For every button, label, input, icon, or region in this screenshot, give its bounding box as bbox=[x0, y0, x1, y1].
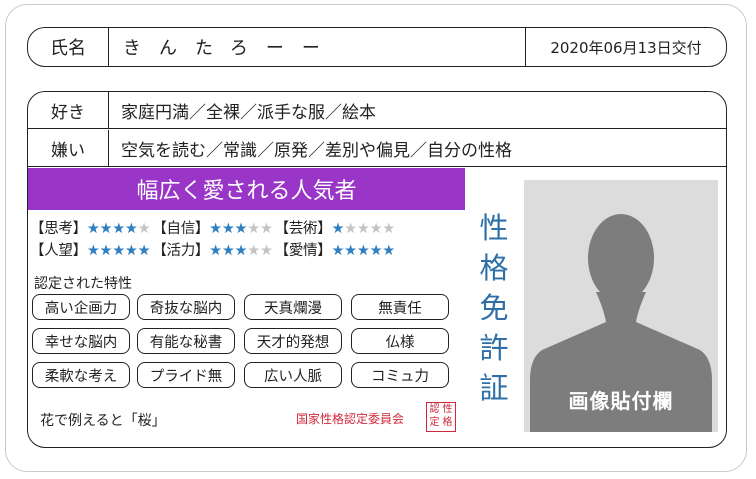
star-rating: ★★★★★ bbox=[331, 243, 395, 259]
ratings-row-1: 【思考】★★★★★ 【自信】★★★★★ 【芸術】★★★★★ bbox=[30, 217, 397, 238]
title-char: 格 bbox=[479, 251, 509, 285]
trait-badge: コミュ力 bbox=[351, 362, 449, 388]
star-filled-icon: ★ bbox=[356, 243, 370, 259]
likes-label: 好き bbox=[28, 92, 109, 128]
rating-label: 【自信】 bbox=[152, 221, 210, 237]
trait-badge: 高い企画力 bbox=[32, 294, 130, 320]
star-empty-icon: ★ bbox=[137, 221, 151, 237]
dislikes-label: 嫌い bbox=[28, 130, 109, 166]
star-empty-icon: ★ bbox=[344, 221, 357, 237]
star-empty-icon: ★ bbox=[369, 221, 383, 237]
vertical-title: 性 格 免 許 証 bbox=[474, 208, 514, 408]
dislikes-value: 空気を読む／常識／原発／差別や偏見／自分の性格 bbox=[121, 140, 512, 161]
star-filled-icon: ★ bbox=[382, 243, 395, 259]
trait-badge: プライド無 bbox=[137, 362, 235, 388]
dislikes-row: 嫌い 空気を読む／常識／原発／差別や偏見／自分の性格 bbox=[28, 130, 726, 167]
star-filled-icon: ★ bbox=[369, 243, 383, 259]
info-panel: 好き 家庭円満／全裸／派手な服／絵本 嫌い 空気を読む／常識／原発／差別や偏見／… bbox=[27, 91, 727, 448]
star-filled-icon: ★ bbox=[99, 221, 113, 237]
trait-badge: 奇抜な脳内 bbox=[137, 294, 235, 320]
photo-area: 画像貼付欄 bbox=[524, 180, 718, 432]
trait-badge: 仏様 bbox=[351, 328, 449, 354]
name-row: 氏名 きんたろーー 2020年06月13日交付 bbox=[27, 27, 727, 67]
star-filled-icon: ★ bbox=[124, 243, 138, 259]
personality-banner: 幅広く愛される人気者 bbox=[28, 168, 465, 210]
likes-row: 好き 家庭円満／全裸／派手な服／絵本 bbox=[28, 92, 726, 129]
seal-stamp: 認性定格 bbox=[426, 402, 456, 432]
trait-badge: 広い人脈 bbox=[244, 362, 342, 388]
star-rating: ★★★★★ bbox=[331, 221, 395, 237]
title-char: 証 bbox=[479, 371, 509, 405]
star-filled-icon: ★ bbox=[221, 221, 235, 237]
star-filled-icon: ★ bbox=[112, 221, 125, 237]
trait-badge: 幸せな脳内 bbox=[32, 328, 130, 354]
rating-label: 【芸術】 bbox=[274, 221, 332, 237]
star-filled-icon: ★ bbox=[234, 243, 248, 259]
name-value: きんたろーー bbox=[123, 38, 338, 59]
ratings-row-2: 【人望】★★★★★ 【活力】★★★★★ 【愛情】★★★★★ bbox=[30, 239, 397, 260]
star-filled-icon: ★ bbox=[221, 243, 235, 259]
trait-badge: 有能な秘書 bbox=[137, 328, 235, 354]
traits-title: 認定された特性 bbox=[34, 276, 132, 292]
title-char: 許 bbox=[479, 331, 509, 365]
star-rating: ★★★★★ bbox=[209, 221, 273, 237]
trait-badge: 無責任 bbox=[351, 294, 449, 320]
star-empty-icon: ★ bbox=[259, 243, 273, 259]
star-filled-icon: ★ bbox=[234, 221, 248, 237]
likes-value: 家庭円満／全裸／派手な服／絵本 bbox=[121, 102, 376, 123]
issuer-name: 国家性格認定委員会 bbox=[296, 412, 405, 426]
photo-label: 画像貼付欄 bbox=[568, 389, 674, 413]
star-filled-icon: ★ bbox=[86, 243, 100, 259]
seal-char: 格 bbox=[442, 417, 453, 428]
rating-5: 【愛情】★★★★★ bbox=[274, 243, 396, 259]
star-empty-icon: ★ bbox=[247, 243, 260, 259]
rating-label: 【活力】 bbox=[152, 243, 210, 259]
issue-date: 2020年06月13日交付 bbox=[525, 28, 726, 66]
star-empty-icon: ★ bbox=[356, 221, 370, 237]
star-filled-icon: ★ bbox=[331, 243, 345, 259]
star-empty-icon: ★ bbox=[259, 221, 273, 237]
rating-4: 【活力】★★★★★ bbox=[152, 243, 273, 259]
star-filled-icon: ★ bbox=[331, 221, 345, 237]
rating-label: 【思考】 bbox=[30, 221, 87, 237]
star-rating: ★★★★★ bbox=[87, 243, 151, 259]
star-filled-icon: ★ bbox=[209, 221, 222, 237]
star-empty-icon: ★ bbox=[247, 221, 260, 237]
star-empty-icon: ★ bbox=[382, 221, 395, 237]
trait-badge: 天真爛漫 bbox=[244, 294, 342, 320]
name-label: 氏名 bbox=[28, 28, 109, 66]
rating-0: 【思考】★★★★★ bbox=[30, 221, 151, 237]
rating-3: 【人望】★★★★★ bbox=[30, 243, 151, 259]
seal-char: 性 bbox=[442, 404, 453, 415]
star-filled-icon: ★ bbox=[112, 243, 125, 259]
seal-char: 定 bbox=[429, 417, 440, 428]
star-rating: ★★★★★ bbox=[87, 221, 151, 237]
star-filled-icon: ★ bbox=[137, 243, 151, 259]
flower-text: 花で例えると「桜」 bbox=[40, 413, 166, 429]
rating-label: 【人望】 bbox=[30, 243, 87, 259]
star-rating: ★★★★★ bbox=[209, 243, 273, 259]
title-char: 免 bbox=[479, 291, 509, 325]
star-filled-icon: ★ bbox=[86, 221, 100, 237]
trait-badge: 天才的発想 bbox=[244, 328, 342, 354]
star-filled-icon: ★ bbox=[209, 243, 222, 259]
star-filled-icon: ★ bbox=[344, 243, 357, 259]
star-filled-icon: ★ bbox=[124, 221, 138, 237]
rating-2: 【芸術】★★★★★ bbox=[274, 221, 396, 237]
title-char: 性 bbox=[479, 211, 509, 245]
seal-char: 認 bbox=[429, 404, 440, 415]
rating-label: 【愛情】 bbox=[274, 243, 332, 259]
star-filled-icon: ★ bbox=[99, 243, 113, 259]
trait-badge: 柔軟な考え bbox=[32, 362, 130, 388]
rating-1: 【自信】★★★★★ bbox=[152, 221, 273, 237]
